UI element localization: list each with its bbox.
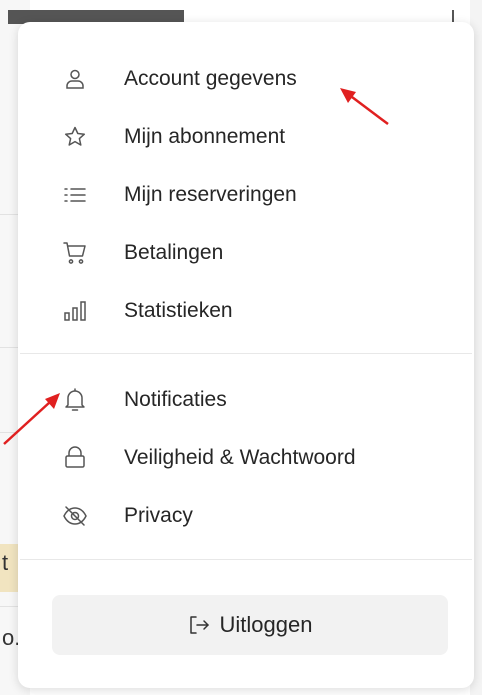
user-icon bbox=[60, 64, 90, 94]
menu-item-account-gegevens[interactable]: Account gegevens bbox=[18, 53, 474, 105]
eye-off-icon bbox=[60, 501, 90, 531]
menu-item-betalingen[interactable]: Betalingen bbox=[18, 227, 474, 279]
menu-item-privacy[interactable]: Privacy bbox=[18, 490, 474, 542]
star-icon bbox=[60, 122, 90, 152]
menu-item-veiligheid-wachtwoord[interactable]: Veiligheid & Wachtwoord bbox=[18, 432, 474, 484]
menu-divider bbox=[20, 559, 472, 560]
list-icon bbox=[60, 180, 90, 210]
logout-icon bbox=[188, 614, 210, 636]
menu-item-label: Account gegevens bbox=[124, 67, 297, 90]
bell-icon bbox=[60, 385, 90, 415]
background-partial-text: t bbox=[2, 550, 9, 575]
account-dropdown-menu: Account gegevens Mijn abonnement Mijn re… bbox=[18, 22, 474, 688]
logout-label: Uitloggen bbox=[219, 612, 313, 637]
menu-item-mijn-reserveringen[interactable]: Mijn reserveringen bbox=[18, 169, 474, 221]
cart-icon bbox=[60, 238, 90, 268]
menu-item-mijn-abonnement[interactable]: Mijn abonnement bbox=[18, 111, 474, 163]
menu-item-label: Statistieken bbox=[124, 299, 233, 322]
bar-chart-icon bbox=[60, 296, 90, 326]
menu-divider bbox=[20, 353, 472, 354]
logout-button[interactable]: Uitloggen bbox=[52, 595, 448, 655]
menu-item-statistieken[interactable]: Statistieken bbox=[18, 285, 474, 337]
menu-item-label: Mijn reserveringen bbox=[124, 183, 297, 206]
menu-item-label: Mijn abonnement bbox=[124, 125, 286, 148]
menu-item-label: Notificaties bbox=[124, 388, 227, 411]
menu-item-notificaties[interactable]: Notificaties bbox=[18, 374, 474, 426]
lock-icon bbox=[60, 443, 90, 473]
menu-item-label: Veiligheid & Wachtwoord bbox=[124, 446, 356, 469]
menu-item-label: Betalingen bbox=[124, 241, 224, 264]
menu-item-label: Privacy bbox=[124, 504, 193, 527]
